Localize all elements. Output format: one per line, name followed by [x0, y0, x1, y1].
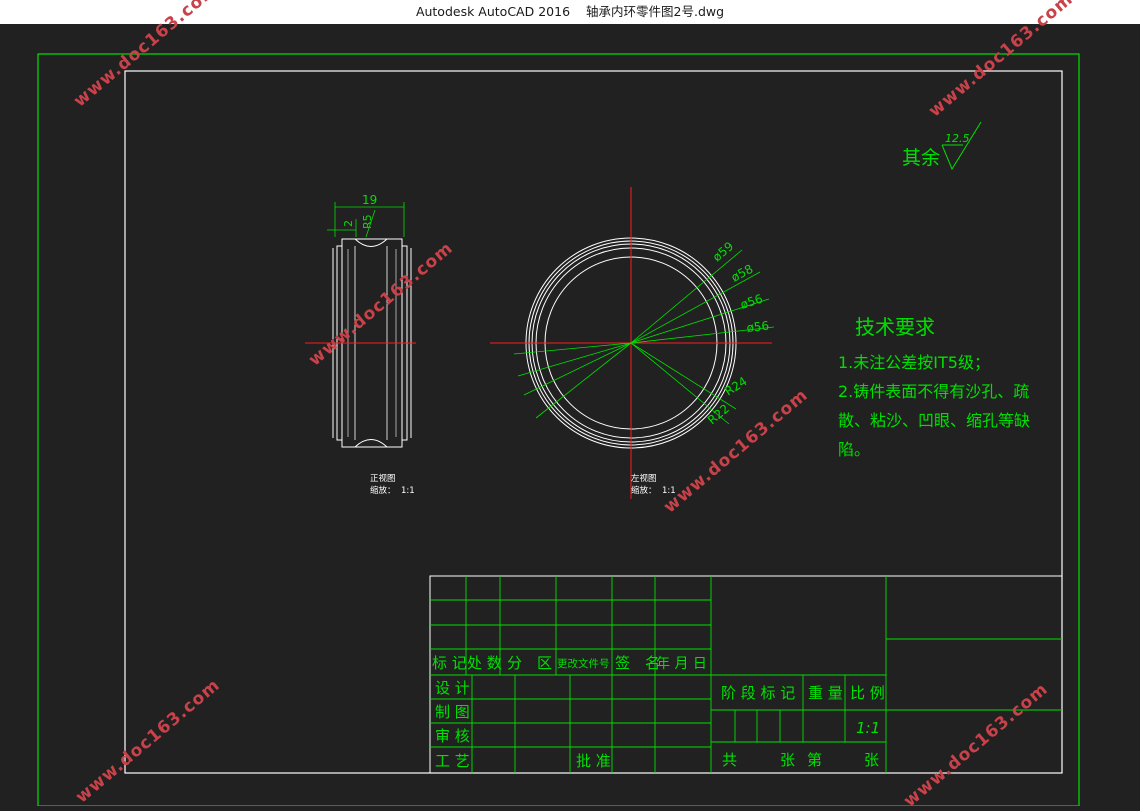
tb-sheet-di: 第: [807, 751, 822, 769]
left-caption-scale-label: 缩放：: [631, 485, 657, 496]
tech-req-line4: 陷。: [838, 440, 870, 459]
tb-header-zone: 分 区: [507, 654, 552, 672]
tb-row-process: 工 艺: [435, 752, 470, 770]
tech-req-title: 技术要求: [855, 315, 935, 339]
tb-header-mark: 标 记: [432, 654, 467, 672]
left-dim-r24: R24: [722, 374, 749, 398]
tb-scale-value: 1:1: [856, 719, 880, 737]
front-caption-scale-label: 缩放：: [370, 485, 396, 496]
file-name: 轴承内环零件图2号.dwg: [586, 4, 725, 19]
tb-sheet-zhang2: 张: [864, 751, 879, 769]
front-dim-width: 19: [362, 193, 377, 207]
cad-drawing: 其余 12.5 19 2 R5 正视图 缩放： 1:1 ø59 ø58 ø56 …: [37, 53, 1080, 807]
tb-header-count: 处 数: [467, 654, 502, 672]
tech-req-line1: 1.未注公差按IT5级；: [838, 353, 990, 372]
app-title: Autodesk AutoCAD 2016: [415, 4, 571, 19]
tech-req-line3: 散、粘沙、凹眼、缩孔等缺: [838, 411, 1030, 430]
tb-scale-label: 比 例: [850, 684, 885, 702]
tb-row-check: 审 核: [435, 727, 470, 745]
tb-stage-mark: 阶 段 标 记: [721, 684, 795, 702]
tb-weight: 重 量: [808, 684, 843, 702]
left-dim-d56a: ø56: [739, 292, 765, 312]
tb-row-design: 设 计: [435, 679, 470, 697]
tb-header-sign: 签 名: [615, 654, 660, 672]
drawing-canvas[interactable]: 其余 12.5 19 2 R5 正视图 缩放： 1:1 ø59 ø58 ø56 …: [0, 24, 1140, 807]
front-dim-small: 2: [342, 220, 355, 227]
left-caption-title: 左视图: [631, 473, 657, 484]
front-caption-scale: 1:1: [401, 486, 415, 496]
tb-row-draw: 制 图: [435, 703, 470, 721]
front-caption-title: 正视图: [370, 473, 396, 484]
roughness-value: 12.5: [945, 132, 970, 145]
roughness-label: 其余: [902, 147, 940, 169]
roughness-symbol: 其余 12.5: [902, 121, 982, 171]
tb-approve: 批 准: [576, 752, 611, 770]
left-dim-d56b: ø56: [746, 319, 770, 335]
tb-header-date: 年 月 日: [656, 656, 707, 672]
tb-sheet-total: 共: [722, 751, 737, 769]
technical-requirements: 技术要求 1.未注公差按IT5级； 2.铸件表面不得有沙孔、疏 散、粘沙、凹眼、…: [838, 315, 1030, 459]
left-dim-d59: ø59: [710, 239, 736, 264]
tech-req-line2: 2.铸件表面不得有沙孔、疏: [838, 382, 1029, 401]
left-dim-d58: ø58: [729, 262, 756, 285]
tb-header-change-doc: 更改文件号: [557, 657, 610, 670]
tb-sheet-zhang1: 张: [780, 751, 795, 769]
front-dim-radius: R5: [361, 214, 374, 229]
